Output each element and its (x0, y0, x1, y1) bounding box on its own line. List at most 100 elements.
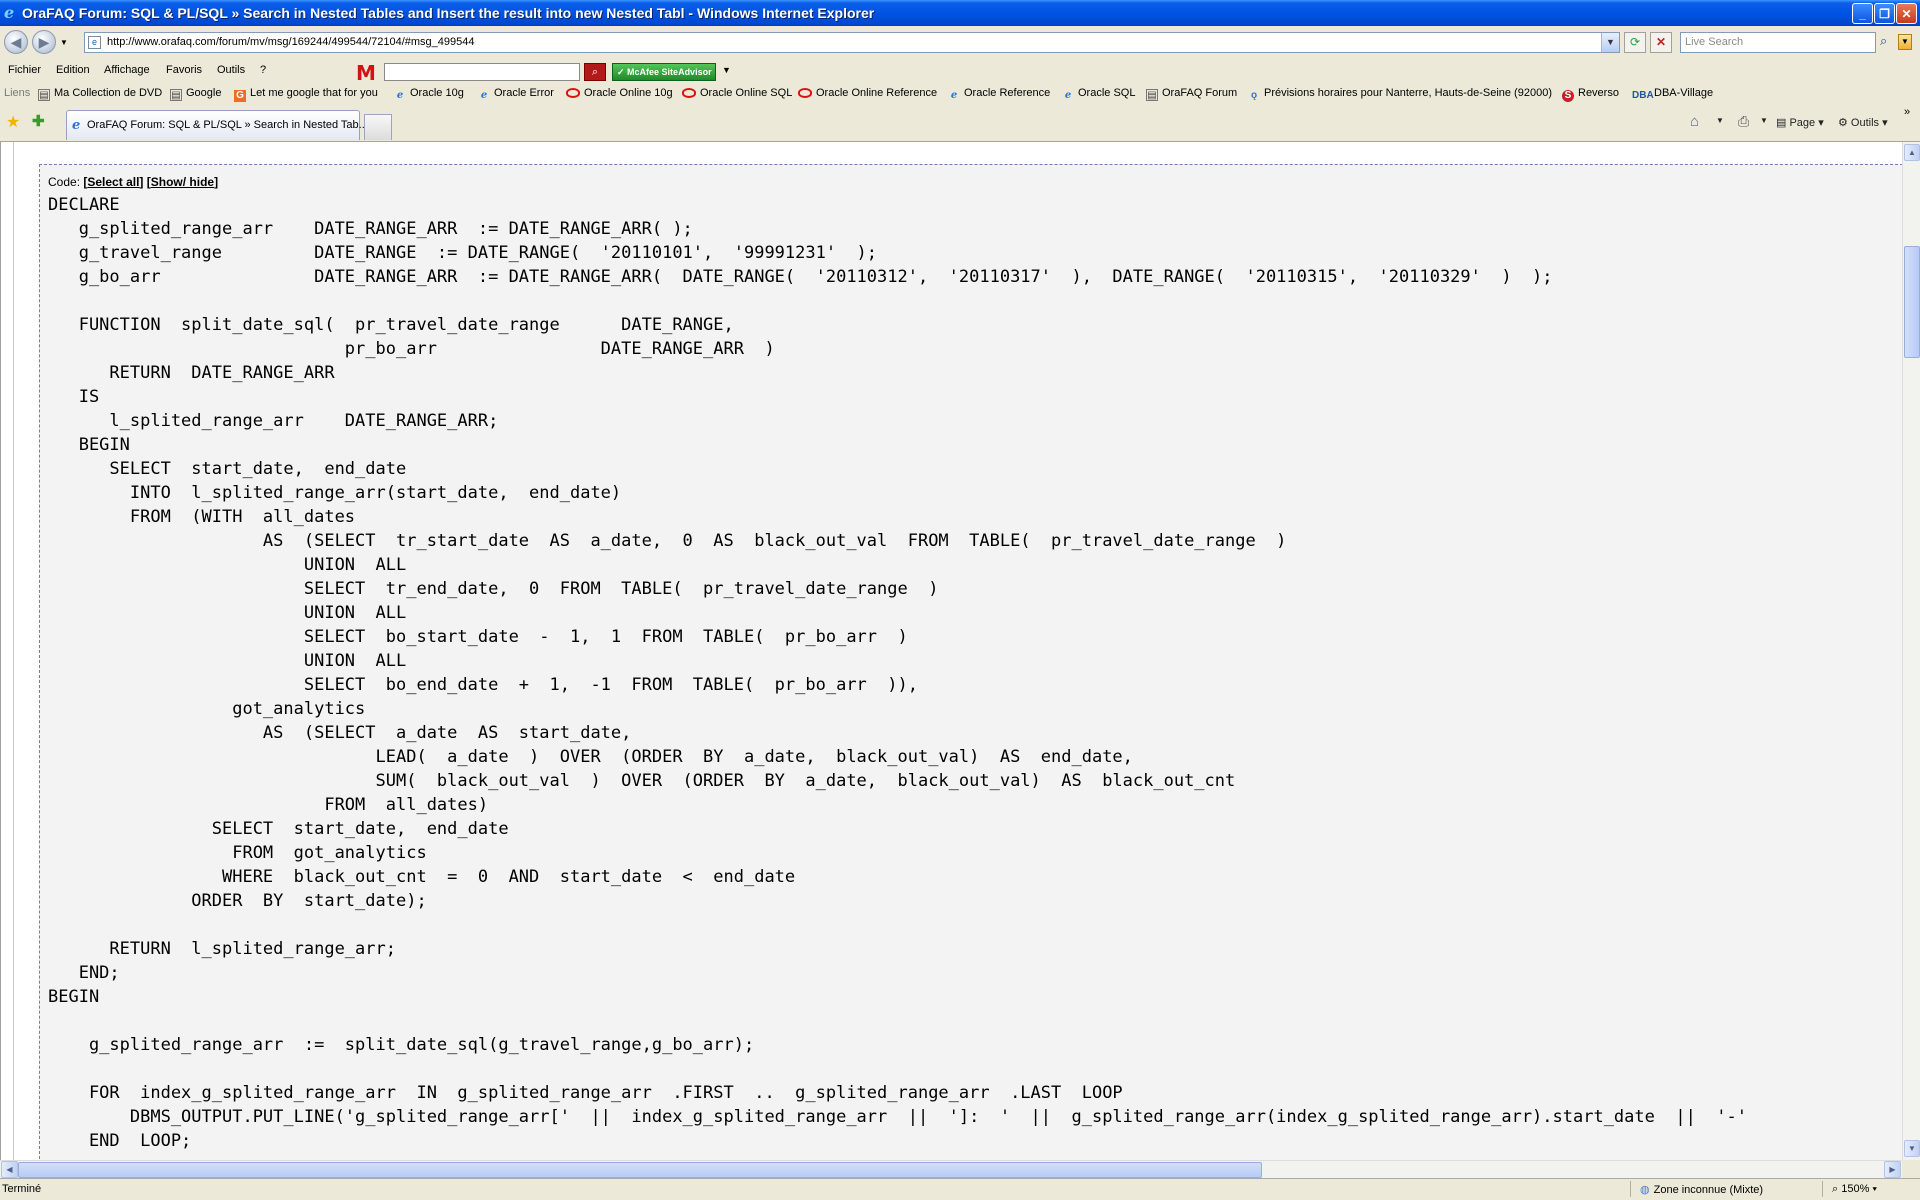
link-weather-nanterre[interactable]: ǫ Prévisions horaires pour Nanterre, Haut… (1248, 87, 1552, 102)
security-zone[interactable]: ◍ Zone inconnue (Mixte) (1640, 1183, 1763, 1196)
tab-label: OraFAQ Forum: SQL & PL/SQL » Search in N… (87, 119, 368, 131)
stop-icon[interactable]: ✕ (1650, 32, 1672, 53)
home-icon[interactable]: ⌂ (1690, 113, 1699, 130)
code-line: l_splited_range_arr DATE_RANGE_ARR; (48, 411, 499, 431)
link-oracle-10g[interactable]: e Oracle 10g (394, 87, 464, 102)
menu-affichage[interactable]: Affichage (104, 64, 150, 76)
url-text[interactable]: http://www.orafaq.com/forum/mv/msg/16924… (107, 36, 475, 48)
tools-menu[interactable]: ⚙ Outils ▾ (1838, 116, 1888, 129)
code-line: pr_bo_arr DATE_RANGE_ARR ) (48, 339, 775, 359)
status-bar: Terminé ◍ Zone inconnue (Mixte) ⌕ 150% ▾ (0, 1178, 1920, 1200)
favorites-star-icon[interactable]: ★ (6, 112, 20, 132)
search-options-icon[interactable]: ▼ (1898, 34, 1912, 50)
search-input[interactable]: Live Search (1680, 32, 1876, 53)
dba-village-icon: DBA (1632, 90, 1654, 101)
code-line: SELECT bo_start_date - 1, 1 FROM TABLE( … (48, 627, 908, 647)
toolbar-search-input[interactable] (384, 63, 580, 81)
scroll-up-icon[interactable]: ▲ (1904, 144, 1920, 161)
link-oracle-reference[interactable]: e Oracle Reference (948, 87, 1050, 102)
menu-edition[interactable]: Edition (56, 64, 90, 76)
mcafee-siteadvisor-button[interactable]: ✓ McAfee SiteAdvisor (612, 63, 716, 81)
link-label: Oracle SQL (1078, 87, 1136, 99)
scroll-down-icon[interactable]: ▼ (1904, 1140, 1920, 1157)
new-tab-button[interactable] (364, 114, 392, 140)
show-hide-link[interactable]: Show/ hide (151, 175, 214, 189)
link-reverso[interactable]: S Reverso (1562, 87, 1619, 102)
horizontal-scroll-thumb[interactable] (18, 1162, 1262, 1178)
restore-button[interactable]: ❐ (1874, 3, 1895, 24)
add-favorite-icon[interactable]: ✚ (32, 112, 45, 130)
link-dvd-collection[interactable]: ▤ Ma Collection de DVD (38, 87, 162, 101)
code-text: DECLARE g_splited_range_arr DATE_RANGE_A… (48, 193, 1747, 1153)
menu-outils[interactable]: Outils (217, 64, 245, 76)
links-bar: Liens ▤ Ma Collection de DVD ▤ Google G Let… (0, 84, 1920, 104)
scroll-left-icon[interactable]: ◀ (1, 1161, 18, 1178)
link-label: Ma Collection de DVD (54, 87, 163, 99)
menu-favoris[interactable]: Favoris (166, 64, 202, 76)
link-dba-village[interactable]: DBADBA-Village (1632, 87, 1713, 102)
code-line: BEGIN (48, 987, 100, 1007)
history-dropdown-icon[interactable]: ▼ (60, 38, 68, 47)
menu-help[interactable]: ? (260, 64, 266, 76)
globe-icon: ◍ (1640, 1184, 1650, 1196)
link-google[interactable]: ▤ Google (170, 87, 221, 101)
address-dropdown-icon[interactable]: ▼ (1601, 33, 1619, 52)
code-line: ORDER BY start_date); (48, 891, 427, 911)
address-toolbar: ◀ ▶ ▼ e http://www.orafaq.com/forum/mv/m… (0, 26, 1920, 58)
close-button[interactable]: ✕ (1896, 3, 1917, 24)
print-dropdown-icon[interactable]: ▼ (1760, 116, 1768, 125)
code-line: g_splited_range_arr DATE_RANGE_ARR := DA… (48, 219, 693, 239)
code-line: LEAD( a_date ) OVER (ORDER BY a_date, bl… (48, 747, 1133, 767)
link-oracle-sql[interactable]: e Oracle SQL (1062, 87, 1136, 102)
code-line: FUNCTION split_date_sql( pr_travel_date_… (48, 315, 734, 335)
toolbar-search-icon[interactable]: ⌕ (584, 63, 606, 81)
ie-icon: e (1064, 90, 1072, 101)
code-line: DECLARE (48, 195, 120, 215)
link-label: Oracle Online 10g (584, 87, 673, 99)
print-icon[interactable]: ⎙ (1738, 113, 1749, 130)
tab-orafaq[interactable]: e OraFAQ Forum: SQL & PL/SQL » Search in… (66, 110, 368, 140)
link-oracle-error[interactable]: e Oracle Error (478, 87, 554, 102)
divider (1630, 1181, 1631, 1197)
select-all-link[interactable]: Select all (87, 175, 139, 189)
scroll-right-icon[interactable]: ▶ (1884, 1161, 1901, 1178)
link-lmgtfy[interactable]: G Let me google that for you (234, 87, 378, 102)
refresh-icon[interactable]: ⟳ (1624, 32, 1646, 53)
forward-button[interactable]: ▶ (32, 30, 56, 54)
zoom-control[interactable]: ⌕ 150% ▾ (1832, 1183, 1877, 1196)
oracle-icon (682, 88, 696, 98)
link-oracle-online-sql[interactable]: Oracle Online SQL (682, 87, 792, 99)
mcafee-dropdown-icon[interactable]: ▼ (722, 65, 731, 75)
link-label: Let me google that for you (250, 87, 378, 99)
code-line: SELECT bo_end_date + 1, -1 FROM TABLE( p… (48, 675, 918, 695)
page-icon: ▤ (1146, 89, 1158, 101)
search-icon[interactable]: ⌕ (1880, 33, 1887, 49)
link-label: Oracle Online Reference (816, 87, 938, 99)
code-line: IS (48, 387, 100, 407)
page-menu[interactable]: ▤ Page ▾ (1776, 116, 1824, 129)
home-dropdown-icon[interactable]: ▼ (1716, 116, 1724, 125)
mcafee-label: McAfee SiteAdvisor (627, 67, 712, 77)
code-line: SELECT start_date, end_date (48, 459, 407, 479)
link-orafaq-forum[interactable]: ▤ OraFAQ Forum (1146, 87, 1237, 101)
link-oracle-online-10g[interactable]: Oracle Online 10g (566, 87, 673, 99)
link-label: Google (186, 87, 222, 99)
horizontal-scrollbar[interactable]: ◀ ▶ (0, 1160, 1902, 1178)
link-label: Oracle Error (494, 87, 554, 99)
lmgtfy-icon: G (234, 90, 246, 102)
oracle-icon (566, 88, 580, 98)
vertical-scrollbar[interactable]: ▲ ▼ (1902, 142, 1920, 1160)
search-placeholder: Live Search (1685, 36, 1744, 48)
vertical-scroll-thumb[interactable] (1904, 246, 1920, 358)
minimize-button[interactable]: _ (1852, 3, 1873, 24)
back-button[interactable]: ◀ (4, 30, 28, 54)
menu-fichier[interactable]: Fichier (8, 64, 41, 76)
code-line: END LOOP; (48, 1131, 192, 1151)
code-line: BEGIN (48, 435, 130, 455)
link-oracle-online-reference[interactable]: Oracle Online Reference (798, 87, 937, 99)
chevron-more-icon[interactable]: » (1904, 106, 1910, 118)
address-bar[interactable]: e http://www.orafaq.com/forum/mv/msg/169… (84, 32, 1620, 53)
